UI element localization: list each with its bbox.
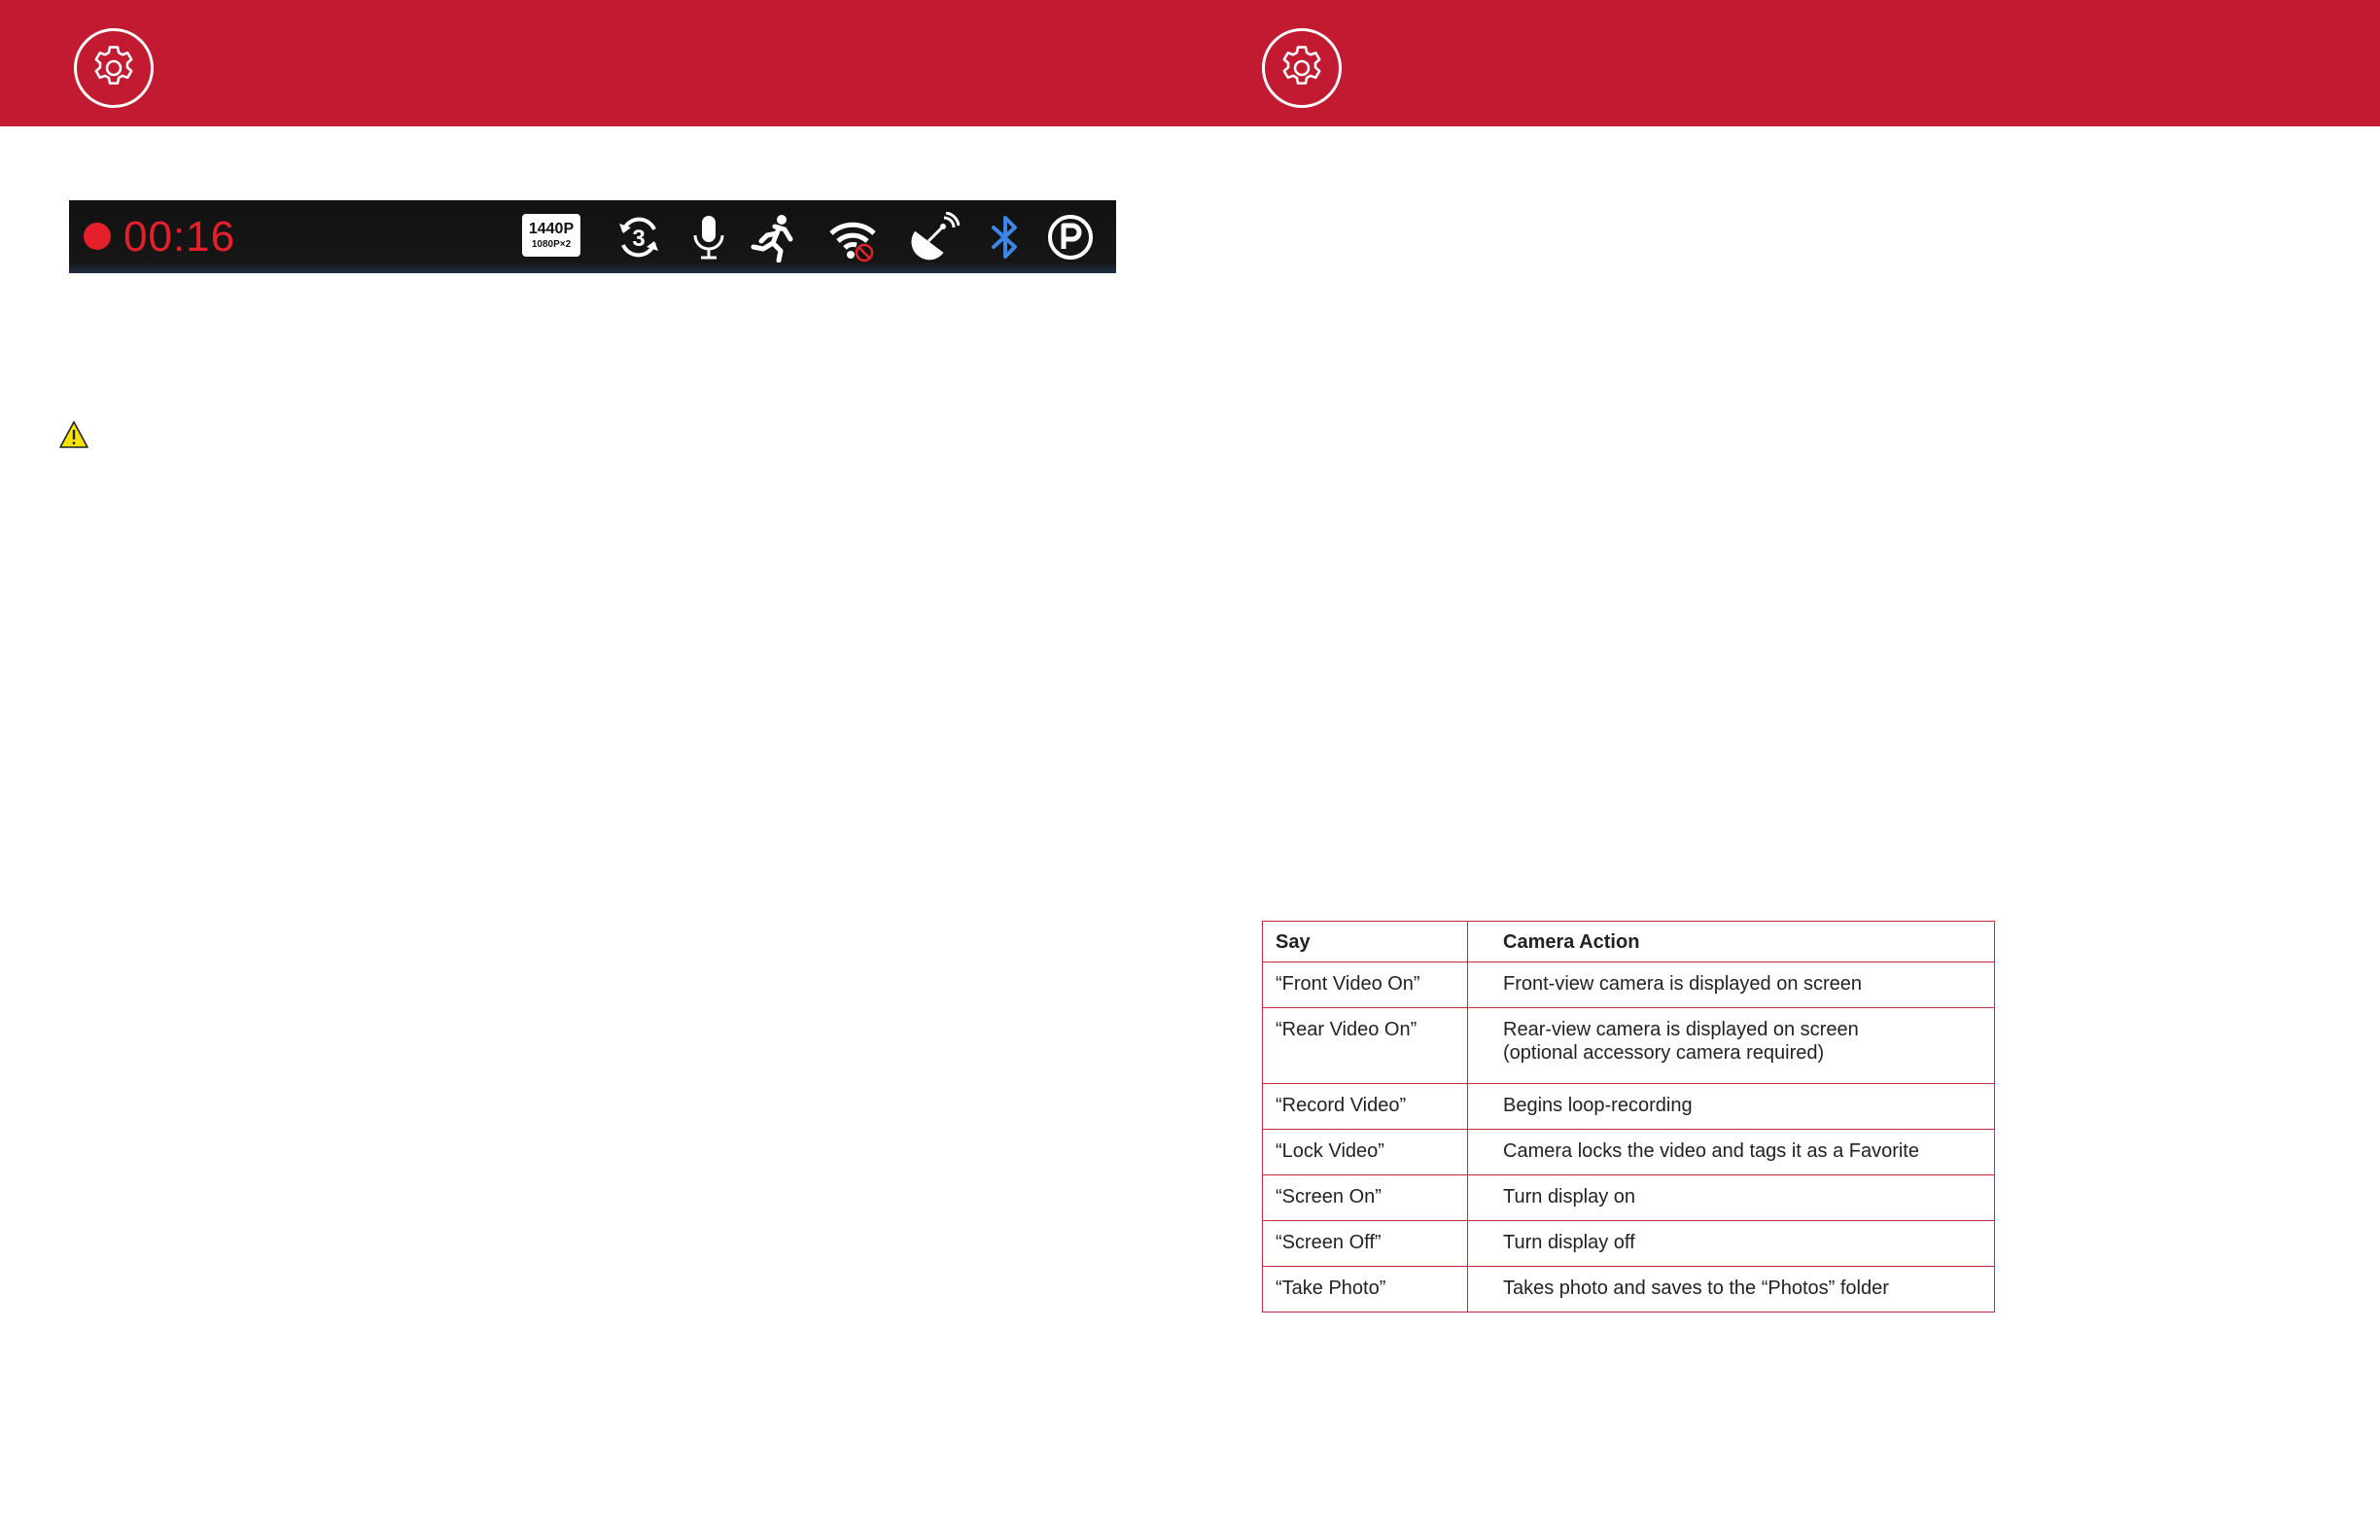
action-text: Turn display off xyxy=(1503,1232,1635,1253)
motion-detection-icon xyxy=(750,212,800,263)
camera-status-bar: 00:16 1440P 1080P×2 3 xyxy=(69,200,1116,273)
action-text: Camera locks the video and tags it as a … xyxy=(1503,1140,1919,1162)
loop-recording-icon: 3 xyxy=(613,212,664,262)
table-row: “Rear Video On” Rear-view camera is disp… xyxy=(1262,1007,1995,1084)
say-cell: “Screen On” xyxy=(1262,1174,1468,1221)
action-text: Front-view camera is displayed on screen xyxy=(1503,973,1863,995)
voice-command-table: Say Camera Action “Front Video On” Front… xyxy=(1262,921,1995,1312)
record-timer: 00:16 xyxy=(123,213,236,261)
table-row: “Screen On” Turn display on xyxy=(1262,1174,1995,1221)
wifi-off-icon xyxy=(827,212,878,262)
action-text: Rear-view camera is displayed on screen xyxy=(1503,1019,1859,1040)
gps-icon xyxy=(909,211,961,262)
say-cell: “Lock Video” xyxy=(1262,1129,1468,1175)
table-row: “Record Video” Begins loop-recording xyxy=(1262,1083,1995,1130)
loop-minutes: 3 xyxy=(632,226,645,252)
say-cell: “Front Video On” xyxy=(1262,962,1468,1008)
say-cell: “Screen Off” xyxy=(1262,1220,1468,1267)
microphone-icon xyxy=(683,212,734,262)
header-camera-action: Camera Action xyxy=(1467,921,1995,962)
warning-icon xyxy=(58,420,89,449)
table-row: “Front Video On” Front-view camera is di… xyxy=(1262,962,1995,1008)
action-text: Begins loop-recording xyxy=(1503,1095,1693,1116)
table-row: “Screen Off” Turn display off xyxy=(1262,1220,1995,1267)
resolution-main: 1440P xyxy=(528,220,575,237)
action-cell: Turn display on xyxy=(1467,1174,1995,1221)
action-text: (optional accessory camera required) xyxy=(1503,1042,1825,1064)
action-cell: Begins loop-recording xyxy=(1467,1083,1995,1130)
bluetooth-icon xyxy=(980,212,1031,262)
say-cell: “Take Photo” xyxy=(1262,1266,1468,1312)
parking-mode-icon xyxy=(1045,212,1096,262)
say-cell: “Rear Video On” xyxy=(1262,1007,1468,1084)
table-row: “Lock Video” Camera locks the video and … xyxy=(1262,1129,1995,1175)
action-cell: Takes photo and saves to the “Photos” fo… xyxy=(1467,1266,1995,1312)
resolution-icon: 1440P 1080P×2 xyxy=(522,214,580,257)
table-row: “Take Photo” Takes photo and saves to th… xyxy=(1262,1266,1995,1312)
record-dot-icon xyxy=(84,223,111,250)
gear-icon xyxy=(74,28,154,108)
action-text: Takes photo and saves to the “Photos” fo… xyxy=(1503,1278,1889,1299)
action-cell: Camera locks the video and tags it as a … xyxy=(1467,1129,1995,1175)
header-band xyxy=(0,0,2380,126)
action-cell: Front-view camera is displayed on screen xyxy=(1467,962,1995,1008)
say-cell: “Record Video” xyxy=(1262,1083,1468,1130)
action-cell: Turn display off xyxy=(1467,1220,1995,1267)
gear-icon xyxy=(1262,28,1342,108)
action-cell: Rear-view camera is displayed on screen(… xyxy=(1467,1007,1995,1084)
header-say: Say xyxy=(1262,921,1468,962)
resolution-sub: 1080P×2 xyxy=(531,238,572,250)
table-header-row: Say Camera Action xyxy=(1262,921,1995,962)
action-text: Turn display on xyxy=(1503,1186,1635,1208)
